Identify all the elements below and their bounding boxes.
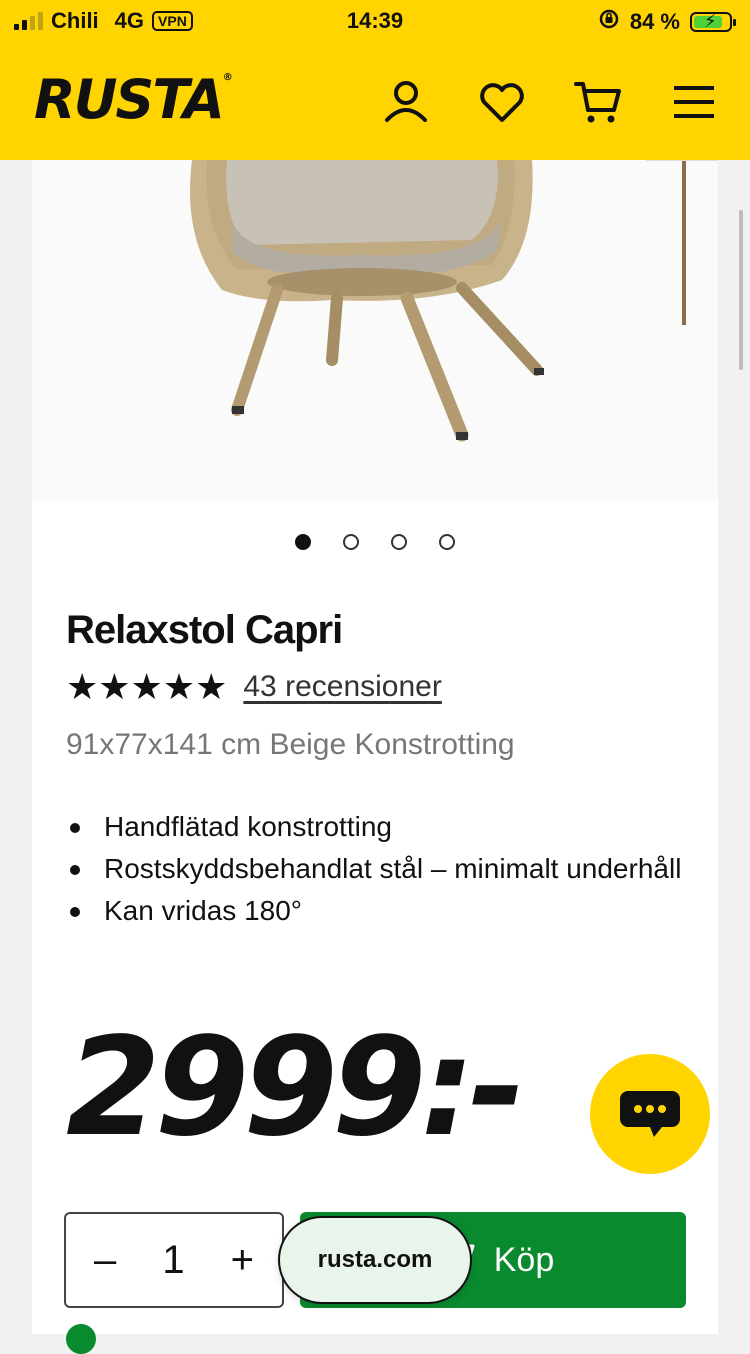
- star-rating-icon: ★★★★★: [66, 666, 228, 707]
- carousel-dot-3[interactable]: [391, 534, 407, 550]
- increase-quantity-button[interactable]: +: [231, 1238, 254, 1283]
- stock-status-icon: [66, 1324, 96, 1354]
- carousel-dot-2[interactable]: [343, 534, 359, 550]
- reviews-link[interactable]: 43 recensioner: [243, 670, 441, 704]
- browser-url-bar[interactable]: rusta.com: [278, 1216, 472, 1304]
- menu-icon[interactable]: [670, 78, 718, 126]
- carousel-pagination: [32, 534, 718, 550]
- feature-item: Kan vridas 180°: [66, 890, 686, 932]
- product-subtitle: 91x77x141 cm Beige Konstrotting: [66, 728, 515, 761]
- quantity-stepper: – 1 +: [64, 1212, 284, 1308]
- carousel-dot-1[interactable]: [295, 534, 311, 550]
- product-price: 2999:-: [66, 1009, 525, 1167]
- decrease-quantity-button[interactable]: –: [94, 1238, 116, 1283]
- product-title: Relaxstol Capri: [66, 608, 343, 652]
- battery-icon: ⚡: [690, 11, 736, 32]
- chat-button[interactable]: [590, 1054, 710, 1174]
- product-card: Relaxstol Capri ★★★★★ 43 recensioner 91x…: [32, 160, 718, 1354]
- rusta-logo[interactable]: RUSTA®: [34, 68, 233, 131]
- buy-button-label: Köp: [493, 1240, 555, 1279]
- feature-item: Rostskyddsbehandlat stål – minimalt unde…: [66, 848, 686, 890]
- rotation-lock-icon: [598, 8, 620, 36]
- site-header: RUSTA®: [0, 42, 750, 160]
- feature-list: Handflätad konstrotting Rostskyddsbehand…: [66, 806, 686, 932]
- scrollbar[interactable]: [739, 210, 743, 370]
- product-image-carousel[interactable]: [32, 160, 718, 500]
- battery-percent: 84 %: [629, 9, 680, 34]
- carousel-dot-4[interactable]: [439, 534, 455, 550]
- chat-bubble-icon: [620, 1091, 680, 1137]
- quantity-value[interactable]: 1: [162, 1238, 184, 1283]
- account-icon[interactable]: [382, 78, 430, 126]
- status-bar: Chili 4G VPN 14:39 84 % ⚡: [0, 0, 750, 42]
- product-rating: ★★★★★ 43 recensioner: [66, 666, 442, 708]
- heart-icon[interactable]: [478, 78, 526, 126]
- feature-item: Handflätad konstrotting: [66, 806, 686, 848]
- chair-image: [32, 160, 718, 500]
- cart-icon[interactable]: [574, 78, 622, 126]
